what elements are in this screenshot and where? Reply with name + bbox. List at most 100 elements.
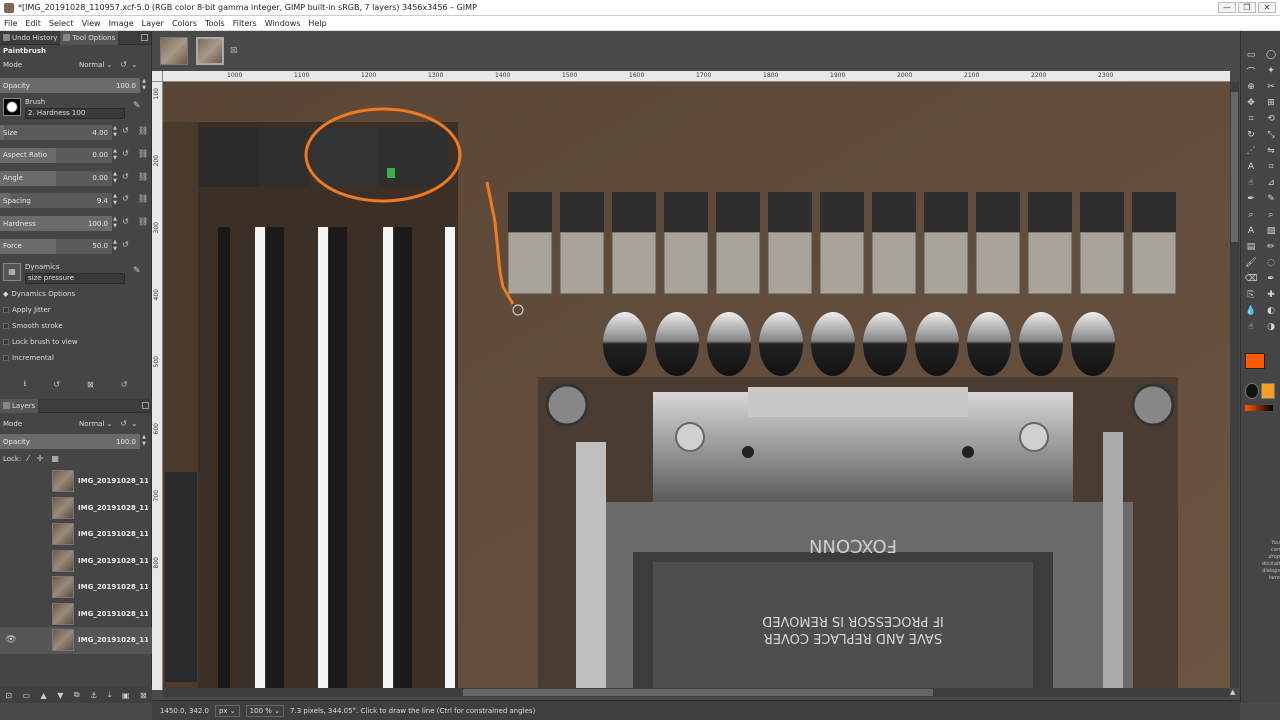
foreground-select-tool-icon[interactable]: ⊕	[1241, 79, 1261, 95]
reset-mode-icon[interactable]: ↺	[120, 60, 127, 69]
unit-select[interactable]: px ⌄	[214, 704, 240, 717]
menu-layer[interactable]: Layer	[138, 19, 168, 28]
scissors-select-tool-icon[interactable]: ✂	[1261, 79, 1280, 95]
heal-tool-icon[interactable]: ✚	[1261, 287, 1280, 303]
lock-pixels-icon[interactable]: ⁄	[27, 454, 28, 463]
zoom-select[interactable]: 100 % ⌄	[245, 704, 285, 717]
reset-icon[interactable]: ↺	[122, 149, 129, 158]
close-button[interactable]: ✕	[1258, 2, 1276, 13]
spin-arrows-icon[interactable]: ▲ ▼	[112, 216, 118, 230]
size-slider[interactable]: Size 4.00	[0, 125, 112, 140]
checkbox-box[interactable]	[3, 306, 9, 313]
force-slider[interactable]: Force 50.0	[0, 238, 112, 254]
layer-name[interactable]: IMG_20191028_11	[78, 504, 148, 512]
menu-file[interactable]: File	[0, 19, 21, 28]
close-tab-icon[interactable]: ⊠	[230, 46, 238, 56]
raise-layer-icon[interactable]: ▲	[41, 691, 47, 700]
spin-arrows-icon[interactable]: ▲ ▼	[141, 78, 147, 92]
layer-name[interactable]: IMG_20191028_11	[78, 557, 148, 565]
text-tool-icon[interactable]: A	[1241, 159, 1261, 175]
image-tab-thumbnail-active[interactable]	[196, 37, 224, 65]
minimize-button[interactable]: —	[1218, 2, 1236, 13]
brush-preview[interactable]	[3, 98, 21, 116]
link-icon[interactable]: ⛓	[138, 194, 148, 204]
merge-layer-icon[interactable]: ⤓	[108, 690, 112, 700]
layer-row[interactable]: 👁 IMG_20191028_11	[0, 627, 152, 654]
vertical-scrollbar[interactable]	[1230, 82, 1239, 688]
spin-arrows-icon[interactable]: ▲ ▼	[141, 434, 147, 448]
checkbox-box[interactable]	[3, 322, 9, 329]
dynamics-preview[interactable]: ▦	[3, 262, 21, 281]
menu-windows[interactable]: Windows	[261, 19, 305, 28]
checkbox-smooth-stroke[interactable]: Smooth stroke	[0, 318, 151, 334]
text-2-tool-icon[interactable]: A	[1241, 223, 1261, 239]
checkbox-box[interactable]	[3, 354, 9, 361]
cage-tool-icon[interactable]: ⌗	[1261, 159, 1280, 175]
menu-tools[interactable]: Tools	[201, 19, 229, 28]
dodge-tool-icon[interactable]: ◐	[1261, 303, 1280, 319]
reset-icon[interactable]: ↺	[122, 126, 129, 135]
checkbox-incremental[interactable]: Incremental	[0, 350, 151, 366]
reset-icon[interactable]: ↺	[122, 240, 129, 249]
checkbox-lock-brush-to-view[interactable]: Lock brush to view	[0, 334, 151, 350]
ruler-corner[interactable]	[152, 71, 163, 82]
blur-tool-icon[interactable]: 💧	[1241, 303, 1261, 319]
horizontal-scrollbar[interactable]	[163, 688, 1230, 697]
aspect-ratio-slider[interactable]: Aspect Ratio 0.00	[0, 147, 112, 163]
visibility-eye-icon[interactable]: 👁	[4, 635, 18, 645]
spin-arrows-icon[interactable]: ▲ ▼	[112, 148, 118, 162]
spin-arrows-icon[interactable]: ▲ ▼	[112, 171, 118, 185]
image-tab-thumbnail[interactable]	[160, 37, 188, 65]
rotate-tool-icon[interactable]: ↻	[1241, 127, 1261, 143]
eraser-tool-icon[interactable]: ⌫	[1241, 271, 1261, 287]
menu-select[interactable]: Select	[45, 19, 78, 28]
menu-filters[interactable]: Filters	[229, 19, 261, 28]
layer-row[interactable]: IMG_20191028_11	[0, 574, 152, 601]
reset-icon[interactable]: ↺	[122, 217, 129, 226]
mode-select[interactable]: Normal ⌄	[79, 61, 112, 69]
layer-name[interactable]: IMG_20191028_11	[78, 530, 148, 538]
menu-view[interactable]: View	[78, 19, 105, 28]
layer-row[interactable]: IMG_20191028_11	[0, 548, 152, 575]
perspective-tool-icon[interactable]: ⊿	[1261, 175, 1280, 191]
edit-dynamics-icon[interactable]: ✎	[133, 266, 143, 276]
layer-row[interactable]: IMG_20191028_11	[0, 521, 152, 548]
active-gradient-preview[interactable]	[1245, 405, 1273, 411]
gradient-tool-icon[interactable]: ▤	[1241, 239, 1261, 255]
active-brush-preview[interactable]	[1245, 383, 1259, 399]
move-tool-icon[interactable]: ✥	[1241, 95, 1261, 111]
fuzzy-select-tool-icon[interactable]: ✦	[1261, 63, 1280, 79]
smudge-tool-icon[interactable]: ☝	[1241, 175, 1261, 191]
rect-select-tool-icon[interactable]: ▭	[1241, 47, 1261, 63]
layer-row[interactable]: IMG_20191028_11	[0, 468, 152, 495]
reset-mode-icon[interactable]: ↺	[120, 419, 127, 428]
new-layer-group-icon[interactable]: ▭	[22, 691, 30, 700]
lock-alpha-icon[interactable]: ▦	[51, 454, 59, 463]
ellipse-select-tool-icon[interactable]: ⌒	[1241, 63, 1261, 79]
spin-arrows-icon[interactable]: ▲ ▼	[112, 193, 118, 207]
color-picker-tool-icon[interactable]: ✎	[1261, 191, 1280, 207]
active-pattern-preview[interactable]	[1261, 383, 1275, 399]
bucket-fill-tool-icon[interactable]: ▧	[1261, 223, 1280, 239]
measure-tool-icon[interactable]: ⌕	[1261, 207, 1280, 223]
dodge-2-tool-icon[interactable]: ◑	[1261, 319, 1280, 335]
chevron-down-icon[interactable]: ⌄	[131, 419, 138, 428]
link-icon[interactable]: ⛓	[138, 149, 148, 159]
new-layer-icon[interactable]: ⊡	[5, 691, 12, 700]
spin-arrows-icon[interactable]: ▲ ▼	[112, 239, 118, 253]
layer-mode-select[interactable]: Normal ⌄	[79, 420, 112, 428]
free-select-tool-icon[interactable]: ◯	[1261, 47, 1280, 63]
layer-name[interactable]: IMG_20191028_11	[78, 636, 148, 644]
opacity-slider[interactable]: Opacity 100.0	[0, 78, 140, 93]
dynamics-options-expander[interactable]: ◆ Dynamics Options	[0, 286, 151, 302]
flip-tool-icon[interactable]: ⇋	[1261, 143, 1280, 159]
reset-icon[interactable]: ↺	[122, 194, 129, 203]
navigate-icon[interactable]: ▲	[1230, 688, 1239, 697]
clone-tool-icon[interactable]: ⎘	[1241, 287, 1261, 303]
reset-icon[interactable]: ↺	[122, 172, 129, 181]
reset-options-icon[interactable]: ↺	[121, 380, 128, 389]
edit-brush-icon[interactable]: ✎	[133, 101, 143, 111]
delete-options-icon[interactable]: ⊠	[87, 380, 94, 389]
zoom-tool-icon[interactable]: ⌕	[1241, 207, 1261, 223]
unified-transform-tool-icon[interactable]: ⟲	[1261, 111, 1280, 127]
